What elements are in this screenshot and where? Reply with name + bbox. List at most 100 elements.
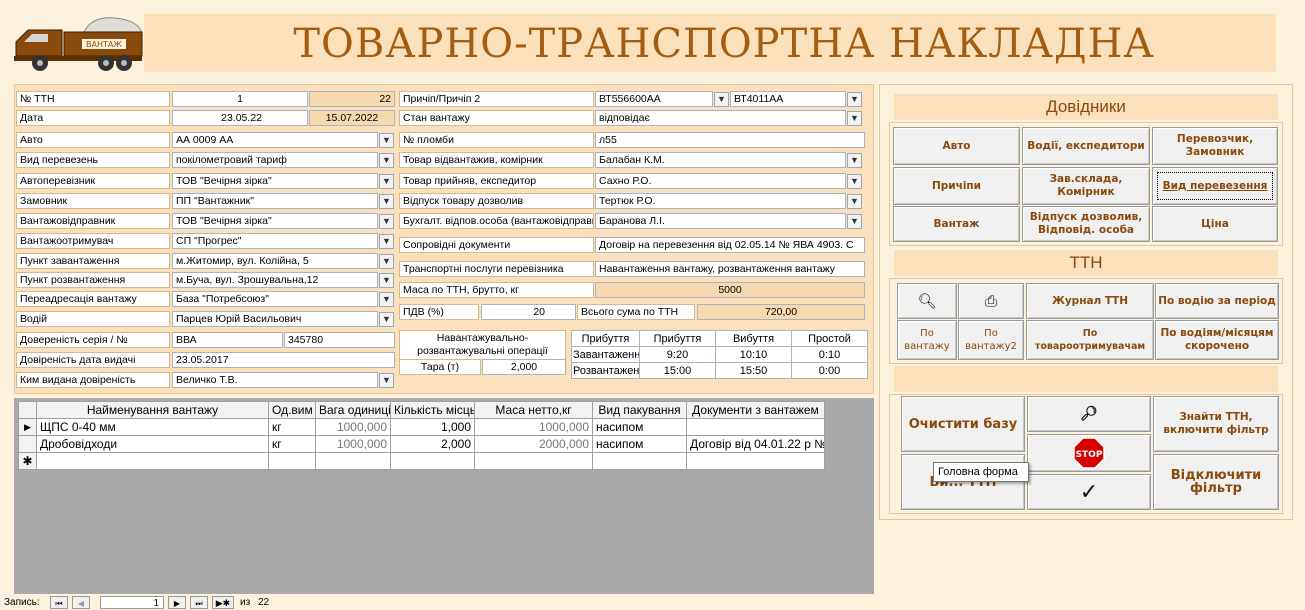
chevron-down-icon[interactable]: ▼: [379, 133, 394, 148]
left-field-4[interactable]: ТОВ "Вечірня зірка": [172, 173, 378, 189]
date-system-field[interactable]: 15.07.2022: [309, 110, 395, 126]
new-row-icon[interactable]: ✱: [18, 452, 37, 470]
table-row-new[interactable]: ✱: [18, 452, 825, 470]
ttn-number-field[interactable]: 1: [172, 91, 308, 107]
left-field-9[interactable]: м.Буча, вул. Зрошувальна,12: [172, 272, 378, 288]
record-number-input[interactable]: 1: [100, 596, 164, 609]
mid-field-8[interactable]: Навантаження вантажу, розвантаження вант…: [595, 261, 865, 277]
dovidnyk-button-1[interactable]: Водії, експедитори: [1022, 127, 1150, 165]
grid-cell[interactable]: [592, 452, 687, 470]
grid-cell[interactable]: ЩПС 0-40 мм: [36, 418, 269, 436]
chevron-down-icon[interactable]: ▼: [847, 92, 862, 107]
last-record-button[interactable]: ⏭: [190, 596, 208, 609]
times-cell[interactable]: 0:00: [791, 362, 868, 379]
by-drivers-months-button[interactable]: По водіям/місяцям скорочено: [1155, 320, 1279, 360]
table-row[interactable]: Дробовідходи кг 1000,000 2,000 2000,000 …: [18, 435, 825, 453]
grid-cell[interactable]: [36, 452, 269, 470]
left-field-13[interactable]: 23.05.2017: [172, 352, 395, 368]
dovidnyk-button-2[interactable]: Перевозчик, Замовник: [1152, 127, 1278, 165]
first-record-button[interactable]: ⏮: [50, 596, 68, 609]
proxy-series-field[interactable]: ВВА: [172, 332, 283, 348]
next-record-button[interactable]: ▶: [168, 596, 186, 609]
chevron-down-icon[interactable]: ▼: [379, 273, 394, 288]
by-driver-period-button[interactable]: По водію за період: [1155, 283, 1279, 319]
chevron-down-icon[interactable]: ▼: [379, 194, 394, 209]
dovidnyk-button-7[interactable]: Відпуск дозволив, Відповід. особа: [1022, 206, 1150, 242]
proxy-number-field[interactable]: 345780: [284, 332, 395, 348]
grid-header[interactable]: Документи з вантажем: [686, 401, 825, 419]
grid-header[interactable]: Найменування вантажу: [36, 401, 269, 419]
date-field[interactable]: 23.05.22: [172, 110, 308, 126]
ttn-id-field[interactable]: 22: [309, 91, 395, 107]
chevron-down-icon[interactable]: ▼: [847, 194, 862, 209]
row-selector-icon[interactable]: ▶: [18, 418, 37, 436]
left-field-6[interactable]: ТОВ "Вечірня зірка": [172, 213, 378, 229]
grid-header[interactable]: Вид пакування: [592, 401, 687, 419]
grid-cell[interactable]: 2,000: [390, 435, 475, 453]
table-row[interactable]: ▶ ЩПС 0-40 мм кг 1000,000 1,000 1000,000…: [18, 418, 825, 436]
grid-cell[interactable]: 2000,000: [474, 435, 593, 453]
grid-cell[interactable]: [686, 452, 825, 470]
chevron-down-icon[interactable]: ▼: [847, 214, 862, 229]
left-field-14[interactable]: Величко Т.В.: [172, 372, 378, 388]
grid-cell[interactable]: 1000,000: [474, 418, 593, 436]
mid-field-4[interactable]: Сахно Р.О.: [595, 173, 846, 189]
grid-cell[interactable]: насипом: [592, 418, 687, 436]
by-receivers-button[interactable]: По товароотримувачам: [1026, 320, 1154, 360]
grid-cell[interactable]: Договір від 04.01.22 р №: [686, 435, 825, 453]
chevron-down-icon[interactable]: ▼: [847, 174, 862, 189]
times-cell[interactable]: 10:10: [715, 346, 792, 363]
grid-cell[interactable]: [686, 418, 825, 436]
pdv-field[interactable]: 20: [481, 304, 576, 320]
mid-field-6[interactable]: Баранова Л.І.: [595, 213, 846, 229]
dovidnyk-button-8[interactable]: Ціна: [1152, 206, 1278, 242]
grid-cell[interactable]: насипом: [592, 435, 687, 453]
dovidnyk-button-5[interactable]: Вид перевезення: [1152, 167, 1278, 205]
dovidnyk-button-3[interactable]: Причіпи: [893, 167, 1020, 205]
by-cargo-button[interactable]: По вантажу: [897, 320, 957, 360]
search-by-cargo-button[interactable]: 🔍︎: [897, 283, 957, 319]
chevron-down-icon[interactable]: ▼: [847, 153, 862, 168]
left-field-11[interactable]: Парцев Юрій Васильович: [172, 311, 378, 327]
chevron-down-icon[interactable]: ▼: [714, 92, 729, 107]
times-cell[interactable]: 0:10: [791, 346, 868, 363]
prev-record-button[interactable]: ◀: [72, 596, 90, 609]
left-field-3[interactable]: покілометровий тариф: [172, 152, 378, 168]
mid-field-2[interactable]: л55: [595, 132, 865, 148]
trailer2-field[interactable]: ВТ4011АА: [730, 91, 846, 107]
row-selector[interactable]: [18, 435, 37, 453]
chevron-down-icon[interactable]: ▼: [847, 111, 862, 126]
grid-header[interactable]: Кількість місць: [390, 401, 475, 419]
grid-cell[interactable]: 1000,000: [315, 418, 391, 436]
print-by-cargo-button[interactable]: ⎙: [958, 283, 1024, 319]
chevron-down-icon[interactable]: ▼: [379, 153, 394, 168]
disable-filter-button[interactable]: Відключити фільтр: [1153, 454, 1279, 510]
grid-cell[interactable]: кг: [268, 418, 316, 436]
mid-field-5[interactable]: Тертюк Р.О.: [595, 193, 846, 209]
tara-field[interactable]: 2,000: [482, 359, 566, 375]
grid-cell[interactable]: Дробовідходи: [36, 435, 269, 453]
grid-cell[interactable]: [315, 452, 391, 470]
left-field-7[interactable]: СП "Прогрес": [172, 233, 378, 249]
confirm-button[interactable]: ✓: [1027, 474, 1151, 510]
grid-cell[interactable]: кг: [268, 435, 316, 453]
dovidnyk-button-6[interactable]: Вантаж: [893, 206, 1020, 242]
chevron-down-icon[interactable]: ▼: [379, 292, 394, 307]
find-ttn-filter-button[interactable]: Знайти ТТН, включити фільтр: [1153, 396, 1279, 452]
left-field-10[interactable]: База "Потребсоюз": [172, 291, 378, 307]
total-sum-field[interactable]: 720,00: [697, 304, 865, 320]
binoculars-button[interactable]: 🔎︎: [1027, 396, 1151, 432]
mid-field-1[interactable]: відповідає: [595, 110, 846, 126]
left-field-2[interactable]: АА 0009 АА: [172, 132, 378, 148]
grid-cell[interactable]: [390, 452, 475, 470]
left-field-5[interactable]: ПП "Вантажник": [172, 193, 378, 209]
chevron-down-icon[interactable]: ▼: [379, 312, 394, 327]
ttn-journal-button[interactable]: Журнал ТТН: [1026, 283, 1154, 319]
dovidnyk-button-4[interactable]: Зав.склада, Комірник: [1022, 167, 1150, 205]
grid-cell[interactable]: 1000,000: [315, 435, 391, 453]
chevron-down-icon[interactable]: ▼: [379, 254, 394, 269]
chevron-down-icon[interactable]: ▼: [379, 373, 394, 388]
chevron-down-icon[interactable]: ▼: [379, 214, 394, 229]
grid-header[interactable]: Од.вим: [268, 401, 316, 419]
times-cell[interactable]: 9:20: [639, 346, 716, 363]
